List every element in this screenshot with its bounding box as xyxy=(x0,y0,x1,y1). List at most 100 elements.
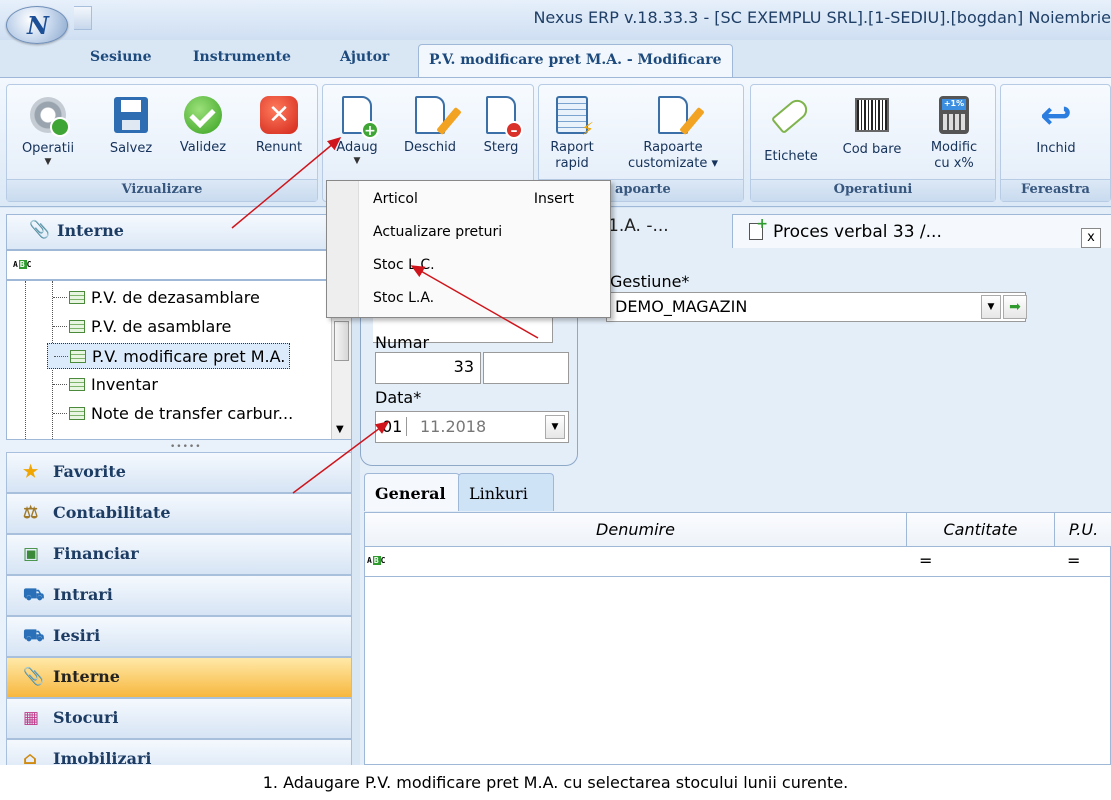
nav-intrari[interactable]: ⛟ Intrari xyxy=(6,575,352,616)
menu-item-actualizare-preturi[interactable]: Actualizare preturi xyxy=(373,224,502,240)
labels-button[interactable]: Etichete xyxy=(757,95,825,165)
menu-item-articol[interactable]: Articol xyxy=(373,191,418,207)
add-dropdown-menu: Articol Insert Actualizare preturi Stoc … xyxy=(326,180,611,318)
splitter-handle[interactable]: ••••• xyxy=(170,442,202,452)
navigation-pane: 📎 Interne ABC P.V. de dezasamblare P.V. … xyxy=(0,208,352,765)
floppy-icon xyxy=(114,97,148,133)
tag-icon xyxy=(770,95,812,135)
tree-item[interactable]: P.V. de dezasamblare xyxy=(47,285,264,311)
money-icon: ▣ xyxy=(23,544,40,564)
menu-item-stoc-lc[interactable]: Stoc L.C. xyxy=(373,257,435,273)
grid-header: Denumire Cantitate P.U. xyxy=(365,513,1111,547)
truck-in-icon: ⛟ xyxy=(23,585,45,605)
tab-instrumente[interactable]: Instrumente xyxy=(193,49,291,65)
column-cantitate[interactable]: Cantitate xyxy=(907,513,1055,547)
new-document-icon: + xyxy=(342,96,379,139)
nav-imobilizari[interactable]: ⌂ Imobilizari xyxy=(6,739,352,765)
nav-contabilitate[interactable]: ⚖ Contabilitate xyxy=(6,493,352,534)
cancel-button[interactable]: ✕ Renunt xyxy=(249,95,309,156)
tab-sesiune[interactable]: Sesiune xyxy=(90,49,151,65)
grid-icon: ▦ xyxy=(23,708,40,728)
add-button[interactable]: + Adaug ▼ xyxy=(327,95,387,166)
nav-financiar[interactable]: ▣ Financiar xyxy=(6,534,352,575)
nav-interne[interactable]: 📎 Interne xyxy=(6,657,352,698)
tab-current-document[interactable]: Proces verbal 33 /... x xyxy=(732,214,1111,248)
nav-iesiri[interactable]: ⛟ Iesiri xyxy=(6,616,352,657)
group-label-fereastra: Fereastra xyxy=(1001,179,1110,201)
table-icon xyxy=(69,378,85,391)
lines-grid[interactable]: Denumire Cantitate P.U. ABC = = xyxy=(364,512,1111,765)
undo-arrow-icon: ↩ xyxy=(1040,93,1072,137)
truck-out-icon: ⛟ xyxy=(23,626,45,646)
barcode-icon xyxy=(855,98,889,132)
tree-item[interactable]: P.V. de asamblare xyxy=(47,314,235,340)
table-icon xyxy=(70,350,86,363)
numar-input[interactable]: 33 xyxy=(375,352,481,384)
date-month-year[interactable]: 11.2018 xyxy=(420,417,486,436)
quick-access-toolbar[interactable] xyxy=(74,6,92,30)
numar-suffix-input[interactable] xyxy=(483,352,569,384)
gestiune-label: Gestiune* xyxy=(610,272,690,291)
validate-button[interactable]: Validez xyxy=(173,95,233,156)
custom-report-icon xyxy=(658,96,705,136)
tab-document[interactable]: P.V. modificare pret M.A. - Modificare xyxy=(418,44,733,78)
filter-operator[interactable]: = xyxy=(1067,551,1080,570)
open-button[interactable]: Deschid xyxy=(397,95,463,156)
modify-percent-button[interactable]: Modificcu x% xyxy=(921,95,987,172)
tree-item-selected[interactable]: P.V. modificare pret M.A. xyxy=(47,343,291,369)
scale-icon: ⚖ xyxy=(23,503,39,523)
title-bar: N Nexus ERP v.18.33.3 - [SC EXEMPLU SRL]… xyxy=(0,0,1111,44)
operatii-button[interactable]: Operatii ▼ xyxy=(19,95,77,167)
tab-general[interactable]: General xyxy=(364,473,460,511)
group-fereastra: ↩ Inchid Fereastra xyxy=(1000,84,1111,202)
table-icon xyxy=(69,407,85,420)
tree-view[interactable]: P.V. de dezasamblare P.V. de asamblare P… xyxy=(6,280,352,440)
edit-document-icon xyxy=(415,96,462,136)
gestiune-select[interactable]: DEMO_MAGAZIN ▼ ➡ xyxy=(606,292,1027,322)
star-icon: ★ xyxy=(23,462,39,482)
grid-filter-row[interactable]: ABC = = xyxy=(365,547,1111,577)
column-denumire[interactable]: Denumire xyxy=(365,513,907,547)
barcode-button[interactable]: Cod bare xyxy=(837,95,907,158)
menu-item-stoc-la[interactable]: Stoc L.A. xyxy=(373,290,434,306)
quick-report-button[interactable]: Raportrapid xyxy=(545,95,599,172)
close-tab-button[interactable]: x xyxy=(1081,228,1101,248)
tab-previous-document[interactable]: 1.A. -... xyxy=(608,216,669,236)
gear-icon xyxy=(30,97,70,137)
abc-filter-icon: ABC xyxy=(13,260,33,269)
app-menu-orb[interactable]: N xyxy=(6,6,68,44)
close-window-button[interactable]: ↩ Inchid xyxy=(1021,95,1091,157)
calculator-icon xyxy=(939,96,969,134)
save-button[interactable]: Salvez xyxy=(101,95,161,157)
pane-header: 📎 Interne xyxy=(6,214,352,250)
window-title: Nexus ERP v.18.33.3 - [SC EXEMPLU SRL].[… xyxy=(533,8,1111,27)
nav-favorite[interactable]: ★ Favorite xyxy=(6,452,352,493)
tree-filter-input[interactable]: ABC xyxy=(6,250,352,280)
date-dropdown-button[interactable]: ▼ xyxy=(545,415,565,439)
date-picker[interactable]: 01 11.2018 ▼ xyxy=(375,411,569,443)
table-icon xyxy=(69,320,85,333)
filter-operator[interactable]: = xyxy=(919,551,932,570)
ribbon-tabs: Sesiune Instrumente Ajutor P.V. modifica… xyxy=(0,44,1111,78)
group-label-operatiuni: Operatiuni xyxy=(751,179,995,201)
data-label: Data* xyxy=(375,388,422,407)
tree-item[interactable]: Note de transfer carbur... xyxy=(47,401,297,427)
nav-stocuri[interactable]: ▦ Stocuri xyxy=(6,698,352,739)
figure-caption: 1. Adaugare P.V. modificare pret M.A. cu… xyxy=(0,765,1111,800)
tree-item[interactable]: Inventar xyxy=(47,372,162,398)
paperclip-icon: 📎 xyxy=(23,667,45,687)
paperclip-icon: 📎 xyxy=(29,220,51,240)
group-label-vizualizare: Vizualizare xyxy=(7,179,317,201)
arrow-right-icon[interactable]: ➡ xyxy=(1003,295,1027,319)
custom-reports-button[interactable]: Rapoarte customizate ▾ xyxy=(613,95,733,172)
check-icon xyxy=(184,96,222,134)
app-orb-letter: N xyxy=(27,11,49,40)
gestiune-dropdown-button[interactable]: ▼ xyxy=(981,295,1001,319)
date-day[interactable]: 01 xyxy=(382,417,408,436)
building-icon: ⌂ xyxy=(23,749,38,765)
report-icon xyxy=(556,96,594,138)
tab-linkuri[interactable]: Linkuri xyxy=(458,473,554,511)
tab-ajutor[interactable]: Ajutor xyxy=(340,49,389,65)
delete-button[interactable]: – Sterg xyxy=(473,95,529,156)
column-pu[interactable]: P.U. xyxy=(1055,513,1111,547)
